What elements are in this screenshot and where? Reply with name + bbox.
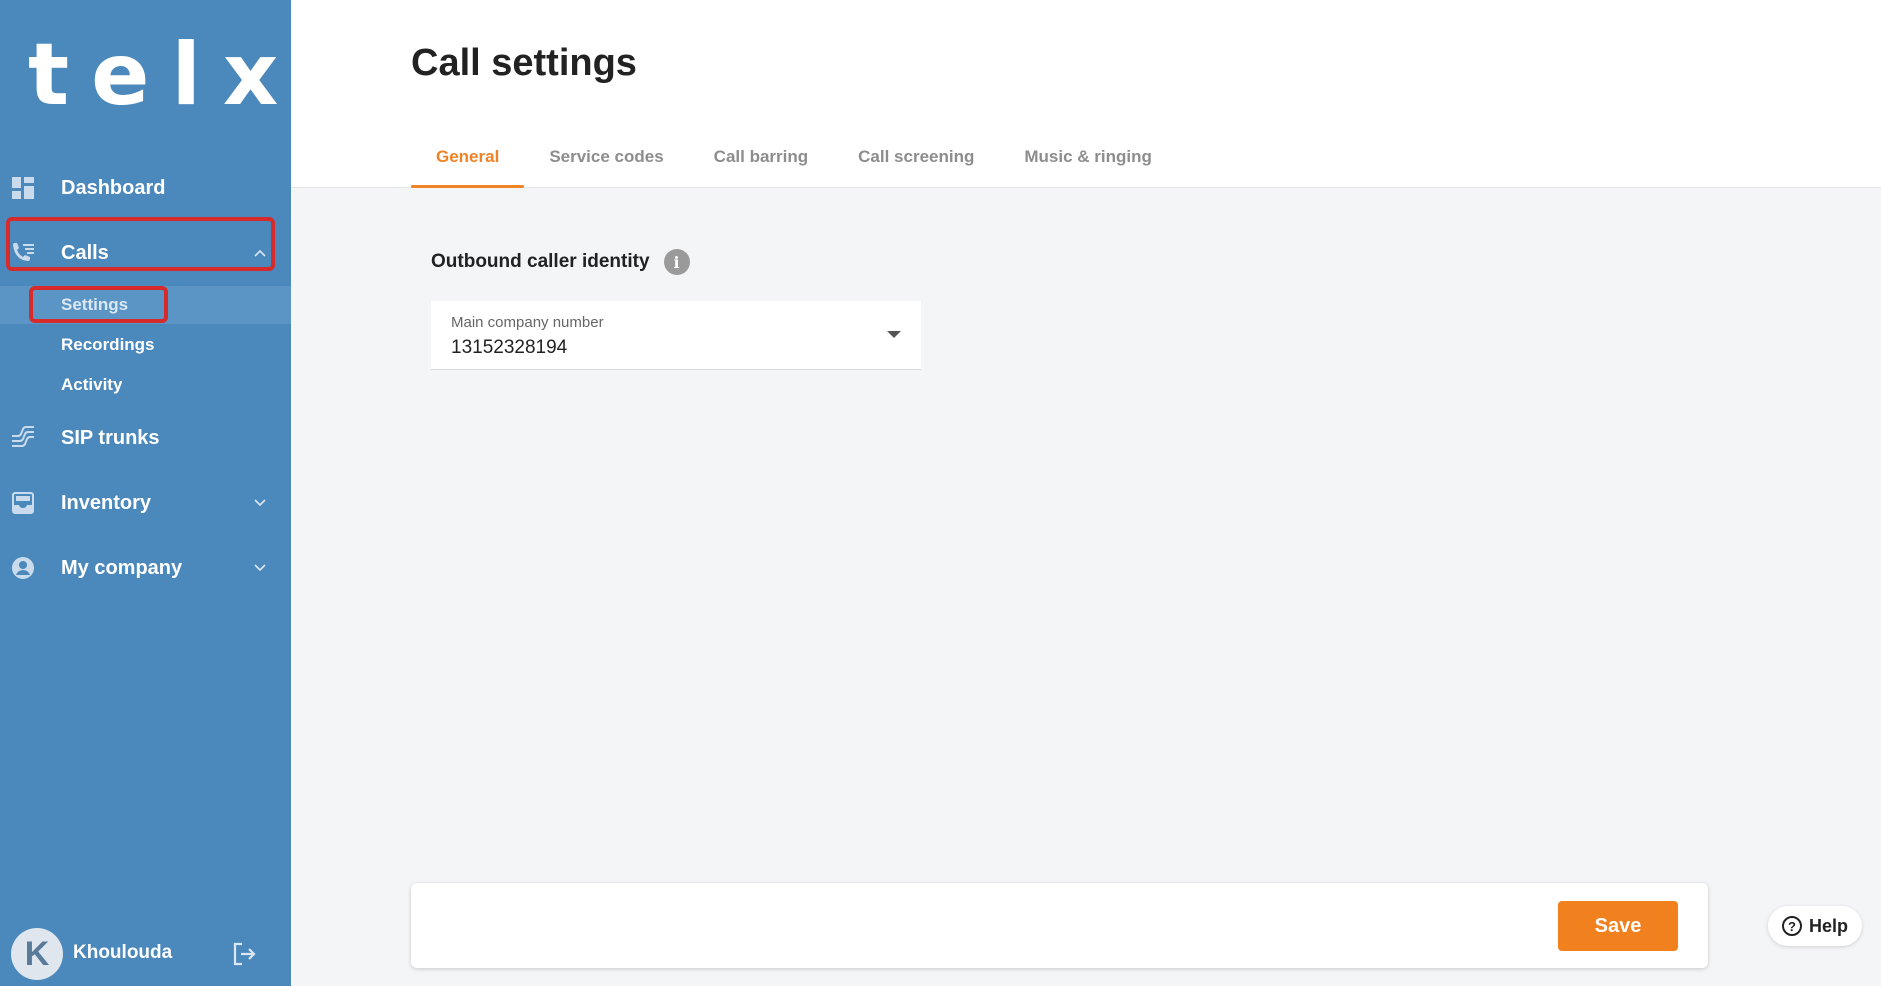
chevron-down-icon: [253, 496, 267, 510]
avatar[interactable]: K: [11, 928, 63, 980]
logout-icon[interactable]: [230, 940, 258, 968]
select-label: Main company number: [451, 314, 604, 331]
sidebar-subitem-settings[interactable]: Settings: [0, 286, 291, 324]
dashboard-icon: [10, 175, 36, 201]
sidebar-item-inventory[interactable]: Inventory: [0, 475, 291, 531]
sidebar-subitem-activity[interactable]: Activity: [0, 366, 291, 404]
save-button[interactable]: Save: [1558, 901, 1678, 951]
sip-trunk-icon: [10, 425, 36, 451]
section-title-text: Outbound caller identity: [431, 251, 650, 272]
chevron-up-icon: [253, 246, 267, 260]
tab-general[interactable]: General: [411, 140, 525, 188]
sidebar-item-my-company[interactable]: My company: [0, 540, 291, 596]
footer-action-bar: Save: [411, 883, 1708, 968]
sidebar-item-dashboard[interactable]: Dashboard: [0, 160, 291, 216]
page-title: Call settings: [411, 42, 637, 84]
help-button[interactable]: ? Help: [1768, 906, 1862, 946]
sidebar-subitem-recordings[interactable]: Recordings: [0, 326, 291, 364]
tab-call-screening[interactable]: Call screening: [833, 140, 999, 188]
telxi-logo[interactable]: telxi: [28, 25, 352, 125]
sidebar-item-label: Calls: [61, 241, 109, 264]
sidebar-subitem-label: Recordings: [61, 335, 155, 354]
sidebar-item-label: My company: [61, 556, 183, 579]
sidebar-item-label: Dashboard: [61, 176, 166, 199]
sidebar-item-calls[interactable]: Calls: [0, 225, 291, 281]
sidebar-subitem-label: Settings: [61, 295, 129, 314]
info-icon[interactable]: i: [663, 249, 690, 275]
user-circle-icon: [10, 555, 36, 581]
question-icon: ?: [1781, 916, 1802, 936]
inventory-tray-icon: [10, 490, 36, 516]
phone-list-icon: [10, 240, 36, 266]
chevron-down-icon: [253, 561, 267, 575]
help-label: Help: [1808, 915, 1848, 936]
tab-service-codes[interactable]: Service codes: [524, 140, 688, 188]
user-row: K Khoulouda: [0, 922, 291, 986]
section-title: Outbound caller identity i: [431, 249, 690, 275]
logo-text: telxi: [28, 25, 352, 125]
main-company-number-select[interactable]: Main company number 13152328194: [431, 301, 921, 370]
select-value: 13152328194: [451, 337, 568, 358]
sidebar-item-label: SIP trunks: [61, 426, 160, 449]
tab-bar: General Service codes Call barring Call …: [411, 140, 1177, 188]
tab-call-barring[interactable]: Call barring: [689, 140, 833, 188]
user-name: Khoulouda: [73, 942, 173, 963]
sidebar: telxi Dashboard Calls Settings Recording…: [0, 0, 352, 986]
sidebar-item-label: Inventory: [61, 491, 152, 514]
sidebar-subitem-label: Activity: [61, 375, 123, 394]
tab-music-ringing[interactable]: Music & ringing: [999, 140, 1177, 188]
sidebar-item-sip-trunks[interactable]: SIP trunks: [0, 410, 291, 466]
page-header: Call settings General Service codes Call…: [291, 0, 1881, 188]
caret-down-icon: [887, 331, 901, 338]
